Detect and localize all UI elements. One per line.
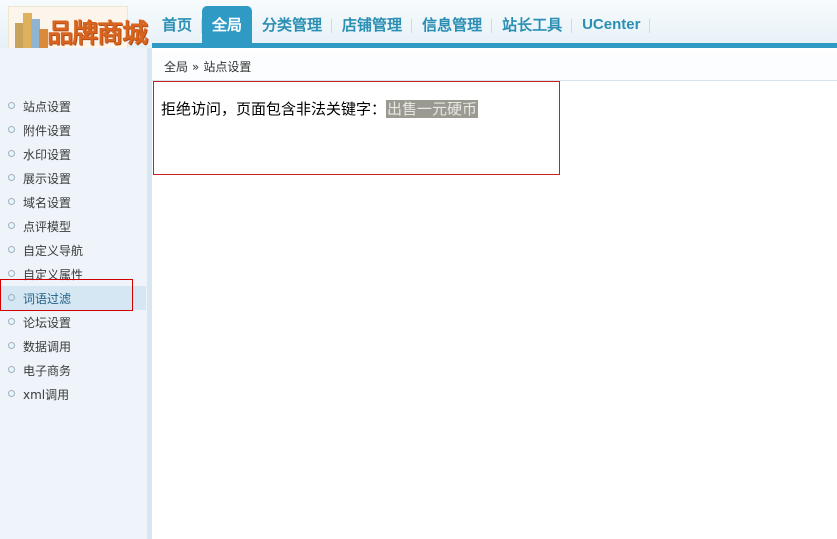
- bullet-icon: [8, 125, 15, 133]
- bullet-icon: [8, 221, 15, 229]
- breadcrumb-root[interactable]: 全局: [164, 58, 188, 75]
- sidebar-item-label: 站点设置: [23, 99, 72, 114]
- sidebar-item-label: 自定义导航: [23, 243, 84, 258]
- nav-tab-webmaster-tools[interactable]: 站长工具: [492, 6, 573, 43]
- sidebar-item-label: 论坛设置: [23, 315, 72, 330]
- sidebar-item-label: 水印设置: [23, 147, 72, 162]
- highlight-annotation-box: [0, 279, 133, 311]
- bullet-icon: [8, 197, 15, 205]
- bullet-icon: [8, 365, 15, 373]
- breadcrumb: 全局 » 站点设置: [152, 53, 837, 81]
- access-denied-message: 拒绝访问，页面包含非法关键字：出售一元硬币: [153, 81, 560, 175]
- sidebar-item-label: 点评模型: [23, 219, 72, 234]
- sidebar-item-label: xml调用: [23, 387, 70, 402]
- sidebar-item-attachment-settings[interactable]: 附件设置: [0, 118, 146, 142]
- sidebar-item-site-settings[interactable]: 站点设置: [0, 94, 146, 118]
- nav-tab-ucenter[interactable]: UCenter: [572, 6, 651, 43]
- breadcrumb-current: 站点设置: [203, 60, 252, 74]
- message-text: 拒绝访问，页面包含非法关键字：: [161, 100, 387, 118]
- sidebar-item-display-settings[interactable]: 展示设置: [0, 166, 146, 190]
- top-nav: 首页 全局 分类管理 店铺管理 信息管理 站长工具 UCenter: [152, 6, 651, 43]
- sidebar-item-ecommerce[interactable]: 电子商务: [0, 358, 146, 382]
- nav-underline-bar: [152, 43, 837, 48]
- sidebar-item-review-model[interactable]: 点评模型: [0, 214, 146, 238]
- sidebar-item-domain-settings[interactable]: 域名设置: [0, 190, 146, 214]
- bullet-icon: [8, 149, 15, 157]
- blocked-keyword: 出售一元硬币: [386, 100, 479, 118]
- bullet-icon: [8, 269, 15, 277]
- logo-text: 品牌商城: [47, 19, 148, 49]
- bullet-icon: [8, 389, 15, 397]
- breadcrumb-separator: »: [192, 59, 200, 74]
- sidebar-item-forum-settings[interactable]: 论坛设置: [0, 310, 146, 334]
- nav-tab-home[interactable]: 首页: [152, 6, 203, 43]
- sidebar-item-xml-call[interactable]: xml调用: [0, 382, 146, 406]
- header: 品牌商城 首页 全局 分类管理 店铺管理 信息管理 站长工具 UCenter: [0, 0, 837, 50]
- nav-tab-global[interactable]: 全局: [202, 6, 253, 43]
- sidebar-item-label: 展示设置: [23, 171, 72, 186]
- bullet-icon: [8, 245, 15, 253]
- nav-tab-store[interactable]: 店铺管理: [332, 6, 413, 43]
- sidebar-item-data-call[interactable]: 数据调用: [0, 334, 146, 358]
- logo[interactable]: 品牌商城: [8, 6, 148, 50]
- sidebar-item-watermark-settings[interactable]: 水印设置: [0, 142, 146, 166]
- nav-tab-info[interactable]: 信息管理: [412, 6, 493, 43]
- bullet-icon: [8, 101, 15, 109]
- nav-tab-category[interactable]: 分类管理: [252, 6, 333, 43]
- bullet-icon: [8, 341, 15, 349]
- sidebar-item-label: 附件设置: [23, 123, 72, 138]
- sidebar-item-label: 电子商务: [23, 363, 72, 378]
- bullet-icon: [8, 173, 15, 181]
- sidebar-item-label: 域名设置: [23, 195, 72, 210]
- sidebar-item-custom-nav[interactable]: 自定义导航: [0, 238, 146, 262]
- sidebar-item-label: 数据调用: [23, 339, 72, 354]
- bullet-icon: [8, 317, 15, 325]
